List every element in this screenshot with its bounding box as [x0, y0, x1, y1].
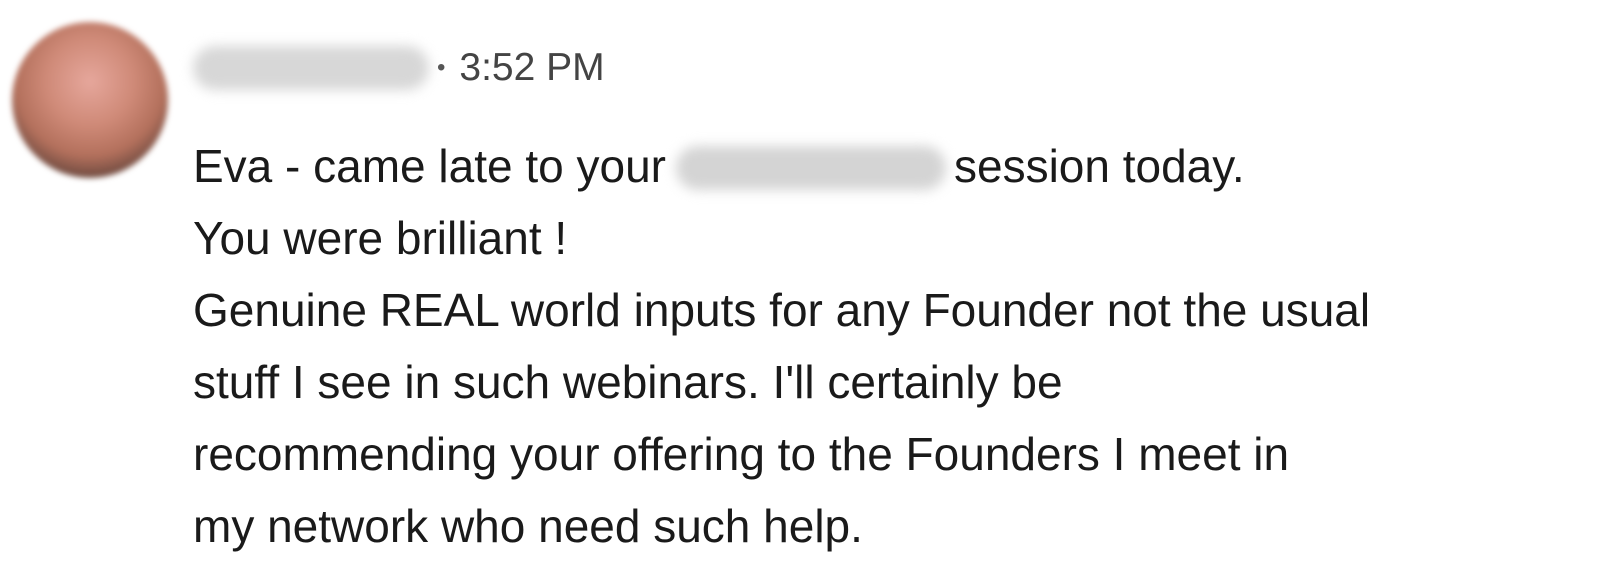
message-line: stuff I see in such webinars. I'll certa… — [193, 356, 1063, 408]
redacted-text — [675, 146, 946, 190]
message-line: my network who need such help. — [193, 500, 863, 552]
message-text: Eva - came late to your — [193, 140, 666, 192]
message-line: Genuine REAL world inputs for any Founde… — [193, 284, 1371, 336]
message-timestamp: 3:52 PM — [459, 46, 605, 89]
avatar[interactable] — [12, 22, 168, 178]
message-text: session today. — [953, 140, 1245, 192]
message-line: You were brilliant ! — [193, 212, 568, 264]
chat-message: • 3:52 PM Eva - came late to your session… — [0, 0, 1600, 582]
dot-separator: • — [437, 54, 446, 81]
message-header: • 3:52 PM — [193, 40, 605, 96]
message-line: Eva - came late to your session today. — [193, 130, 1583, 202]
sender-name-redacted[interactable] — [193, 46, 429, 90]
message-body: Eva - came late to your session today. Yo… — [193, 130, 1583, 562]
message-line: recommending your offering to the Founde… — [193, 428, 1290, 480]
